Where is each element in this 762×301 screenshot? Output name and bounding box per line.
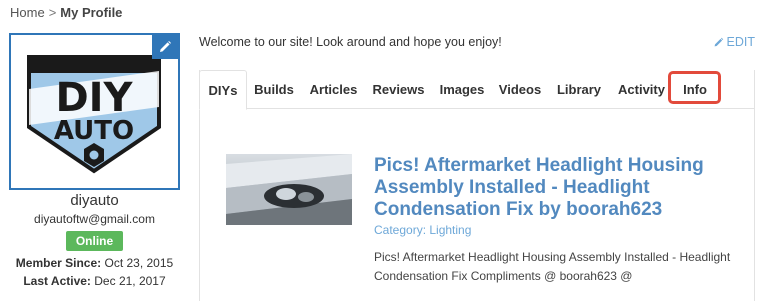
status-badge: Online (66, 231, 123, 251)
tab-builds[interactable]: Builds (251, 70, 297, 110)
tab-reviews[interactable]: Reviews (369, 70, 428, 110)
last-active-label: Last Active: (23, 274, 91, 288)
last-active: Last Active: Dec 21, 2017 (9, 274, 180, 288)
edit-link-label: EDIT (726, 35, 755, 49)
tab-activity[interactable]: Activity (613, 70, 670, 110)
post-excerpt: Pics! Aftermarket Headlight Housing Asse… (374, 250, 731, 283)
pencil-icon (714, 37, 723, 46)
profile-username: diyauto (70, 192, 119, 209)
last-active-value: Dec 21, 2017 (94, 274, 166, 288)
tab-articles[interactable]: Articles (305, 70, 362, 110)
logo-text-auto: AUTO (54, 116, 134, 146)
member-since-label: Member Since: (15, 256, 102, 270)
info-tab-highlight (668, 71, 721, 104)
logo-text-diy: DIY (55, 75, 133, 121)
tab-library[interactable]: Library (553, 70, 605, 110)
breadcrumb-home-link[interactable]: Home (10, 5, 45, 20)
member-since: Member Since: Oct 23, 2015 (9, 256, 180, 270)
pencil-icon (160, 41, 171, 52)
breadcrumb-separator: > (48, 5, 57, 20)
headlight-image (226, 154, 352, 225)
post-title-link[interactable]: Pics! Aftermarket Headlight Housing Asse… (374, 155, 744, 221)
diy-auto-logo: DIY AUTO (27, 55, 161, 174)
edit-profile-link[interactable]: EDIT (713, 35, 755, 49)
welcome-message: Welcome to our site! Look around and hop… (199, 35, 502, 49)
avatar: DIY AUTO (9, 33, 180, 190)
profile-email: diyautoftw@gmail.com (34, 212, 155, 226)
tab-videos[interactable]: Videos (495, 70, 545, 110)
edit-avatar-button[interactable] (152, 35, 178, 59)
breadcrumb-current: My Profile (60, 5, 123, 20)
tab-images[interactable]: Images (436, 70, 488, 110)
member-since-value: Oct 23, 2015 (104, 256, 174, 270)
post-category[interactable]: Category: Lighting (374, 223, 471, 237)
breadcrumb: Home > My Profile (10, 5, 122, 20)
post-thumbnail[interactable] (226, 154, 352, 225)
tab-diys[interactable]: DIYs (199, 70, 247, 110)
